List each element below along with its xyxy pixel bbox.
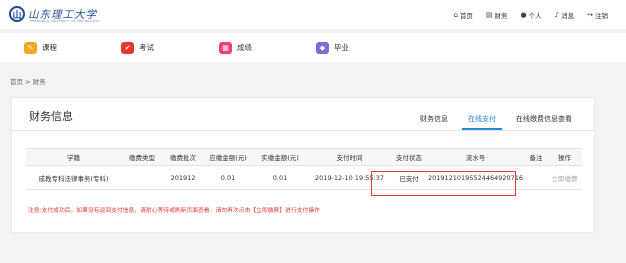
column-header: 支付状态 bbox=[392, 148, 426, 166]
column-header: 缴费类型 bbox=[121, 148, 163, 166]
top-link-label: 财务 bbox=[494, 11, 508, 20]
exams-icon: ✔ bbox=[121, 41, 134, 54]
column-header: 流水号 bbox=[426, 148, 525, 166]
payment-table: 学籍 缴费类型 缴费批次 应缴金额(元) 实缴金额(元) 支付时间 支付状态 流… bbox=[26, 148, 582, 190]
top-link-label: 个人 bbox=[528, 11, 542, 20]
courses-icon: ✎ bbox=[24, 41, 37, 54]
cell-amount-paid: 0.01 bbox=[253, 165, 307, 190]
pay-now-link[interactable]: 立即缴费 bbox=[547, 165, 582, 190]
column-header: 应缴金额(元) bbox=[203, 148, 253, 166]
finance-icon: ▤ bbox=[485, 10, 493, 19]
nav-item-graduation[interactable]: ◆ 毕业 bbox=[316, 33, 349, 62]
column-header: 备注 bbox=[525, 148, 547, 166]
page-title: 财务信息 bbox=[29, 110, 73, 123]
top-link-home[interactable]: ⌂ 首页 bbox=[453, 10, 472, 20]
table-row: 成教专科法律事务(专科) 201912 0.01 0.01 2019-12-10… bbox=[26, 165, 582, 190]
cell-serial-number: 2019121019552446492071​6 bbox=[426, 165, 525, 190]
top-link-finance[interactable]: ▤ 财务 bbox=[486, 10, 508, 20]
home-icon: ⌂ bbox=[453, 10, 458, 19]
top-link-label: 首页 bbox=[459, 11, 473, 20]
column-header: 支付时间 bbox=[307, 148, 392, 166]
tab-finance-info[interactable]: 财务信息 bbox=[410, 112, 458, 130]
top-link-profile[interactable]: ● 个人 bbox=[521, 10, 542, 20]
logo-emblem-icon: 山 bbox=[9, 6, 25, 22]
tab-divider bbox=[12, 130, 594, 131]
top-bar: 山 山东理工大学 SHANDONG UNIVERSITY OF TECHNOLO… bbox=[0, 0, 626, 29]
top-link-messages[interactable]: ♪ 消息 bbox=[555, 10, 574, 20]
cell-batch: 201912 bbox=[163, 165, 203, 190]
tab-online-payment[interactable]: 在线支付 bbox=[458, 112, 506, 130]
user-icon: ● bbox=[520, 10, 527, 19]
nav-item-exams[interactable]: ✔ 考试 bbox=[121, 33, 154, 62]
table-header-row: 学籍 缴费类型 缴费批次 应缴金额(元) 实缴金额(元) 支付时间 支付状态 流… bbox=[26, 148, 582, 166]
payment-warning-note: 注意:支付成功后，如果没有返回支付信息，请耐心等待或刷新页面查看，请勿再次点击【… bbox=[28, 208, 320, 214]
tab-bar: 财务信息 在线支付 在线缴费信息查看 bbox=[410, 112, 582, 130]
column-header: 操作 bbox=[547, 148, 582, 166]
logo-subtitle: SHANDONG UNIVERSITY OF TECHNOLOGY bbox=[30, 19, 100, 23]
top-links: ⌂ 首页 ▤ 财务 ● 个人 ♪ 消息 ↪ 注销 bbox=[453, 0, 608, 29]
top-link-logout[interactable]: ↪ 注销 bbox=[587, 10, 608, 20]
grades-icon: ▦ bbox=[219, 41, 232, 54]
column-header: 缴费批次 bbox=[163, 148, 203, 166]
cell-payment-status: 已支付 bbox=[392, 165, 426, 190]
top-link-label: 注销 bbox=[595, 11, 608, 20]
nav-item-grades[interactable]: ▦ 成绩 bbox=[219, 33, 252, 62]
nav-item-courses[interactable]: ✎ 课程 bbox=[24, 33, 57, 62]
nav-label: 成绩 bbox=[237, 43, 252, 52]
top-link-label: 消息 bbox=[561, 11, 575, 20]
cell-payment-type bbox=[121, 165, 163, 190]
logout-icon: ↪ bbox=[587, 10, 593, 19]
column-header: 学籍 bbox=[26, 148, 121, 166]
nav-label: 毕业 bbox=[334, 43, 349, 52]
graduation-icon: ◆ bbox=[316, 41, 329, 54]
bell-icon: ♪ bbox=[554, 10, 560, 19]
tab-payment-records[interactable]: 在线缴费信息查看 bbox=[506, 112, 582, 130]
cell-enrollment: 成教专科法律事务(专科) bbox=[26, 165, 121, 190]
cell-payment-time: 2019-12-10 19:55:37 bbox=[307, 165, 392, 190]
main-nav: ✎ 课程 ✔ 考试 ▦ 成绩 ◆ 毕业 bbox=[0, 33, 626, 62]
nav-label: 考试 bbox=[139, 43, 154, 52]
breadcrumb: 首页 > 财务 bbox=[10, 78, 46, 86]
cell-remark bbox=[525, 165, 547, 190]
nav-label: 课程 bbox=[42, 43, 57, 52]
column-header: 实缴金额(元) bbox=[253, 148, 307, 166]
cell-amount-due: 0.01 bbox=[203, 165, 253, 190]
